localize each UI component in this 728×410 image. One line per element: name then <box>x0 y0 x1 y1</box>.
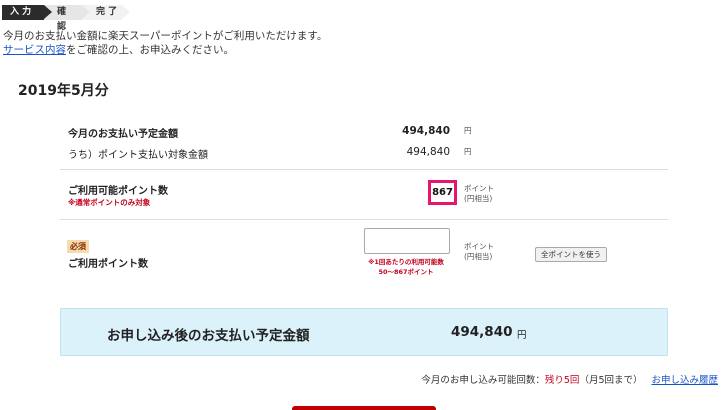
scheduled-payment-amount: 494,840 <box>402 125 450 137</box>
application-history-link[interactable]: お申し込み履歴 <box>651 375 718 386</box>
scheduled-payment-label: 今月のお支払い予定金額 <box>68 129 178 140</box>
available-points-section: ご利用可能ポイント数 ※通常ポイントのみ対象 867 ポイント (円相当) <box>60 170 668 220</box>
required-badge: 必須 <box>67 240 89 253</box>
step-input: 入 力 <box>2 5 52 20</box>
after-apply-total-unit: 円 <box>517 330 527 341</box>
available-unit-line-1: ポイント <box>464 184 494 193</box>
available-points-label: ご利用可能ポイント数 <box>68 186 168 197</box>
scheduled-payment-unit: 円 <box>464 126 472 135</box>
range-line-2: 50～867ポイント <box>378 268 434 276</box>
after-apply-total-label: お申し込み後のお支払い予定金額 <box>107 328 310 344</box>
intro-line-2: サービス内容をご確認の上、お申込みください。 <box>3 43 327 57</box>
remaining-count: 残り5回 <box>544 375 580 386</box>
use-points-label: ご利用ポイント数 <box>68 259 148 270</box>
application-count-line: 今月のお申し込み可能回数：残り5回（月5回まで） お申し込み履歴 <box>421 372 718 386</box>
available-unit-line-2: (円相当) <box>464 194 493 203</box>
use-points-range-note: ※1回あたりの利用可能数 50～867ポイント <box>360 257 452 277</box>
point-target-label: うち）ポイント支払い対象金額 <box>68 150 208 161</box>
progress-steps: 入 力 確 認 完 了 <box>2 5 130 32</box>
use-points-unit: ポイント (円相当) <box>464 242 494 262</box>
point-target-unit: 円 <box>464 147 472 156</box>
after-apply-total-amount: 494,840 <box>451 324 513 340</box>
service-details-link[interactable]: サービス内容 <box>3 44 66 56</box>
use-points-section: 必須 ご利用ポイント数 ※1回あたりの利用可能数 50～867ポイント ポイント… <box>60 220 668 282</box>
use-unit-line-2: (円相当) <box>464 252 493 261</box>
payment-section: 今月のお支払い予定金額 494,840 円 うち）ポイント支払い対象金額 494… <box>60 114 668 170</box>
application-count-suffix: （月5回まで） <box>579 375 643 386</box>
after-apply-total-panel: お申し込み後のお支払い予定金額 494,840 円 <box>60 308 668 356</box>
intro-line-2-rest: をご確認の上、お申込みください。 <box>66 44 234 56</box>
available-points-unit: ポイント (円相当) <box>464 184 494 204</box>
point-target-amount: 494,840 <box>406 146 450 158</box>
use-all-points-button[interactable]: 全ポイントを使う <box>535 247 607 262</box>
intro-text: 今月のお支払い金額に楽天スーパーポイントがご利用いただけます。 サービス内容をご… <box>3 29 327 57</box>
available-points-note: ※通常ポイントのみ対象 <box>68 198 151 207</box>
use-unit-line-1: ポイント <box>464 242 494 251</box>
month-title: 2019年5月分 <box>18 83 109 99</box>
application-count-prefix: 今月のお申し込み可能回数： <box>421 375 545 386</box>
submit-button-top-edge[interactable] <box>292 406 436 410</box>
range-line-1: ※1回あたりの利用可能数 <box>368 258 444 266</box>
use-points-input[interactable] <box>364 228 450 254</box>
available-points-value: 867 <box>428 180 457 205</box>
intro-line-1: 今月のお支払い金額に楽天スーパーポイントがご利用いただけます。 <box>3 30 328 42</box>
